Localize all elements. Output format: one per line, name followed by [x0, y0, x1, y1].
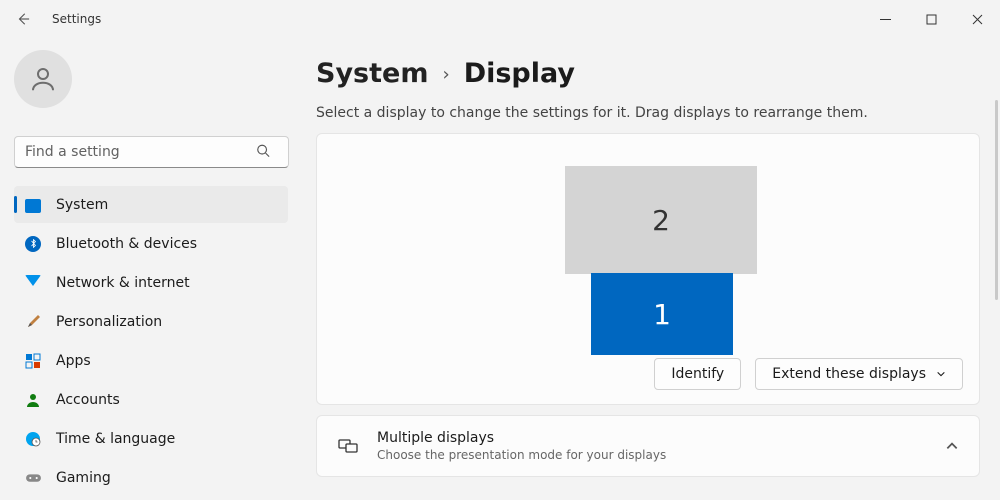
sidebar-item-label: Bluetooth & devices — [56, 236, 197, 252]
search-field[interactable] — [14, 136, 288, 168]
breadcrumb: System › Display — [316, 58, 980, 89]
search-icon — [256, 143, 270, 162]
scrollbar[interactable] — [995, 100, 998, 300]
apps-icon — [24, 352, 42, 370]
back-button[interactable] — [14, 10, 32, 28]
chevron-down-icon — [936, 369, 946, 379]
identify-button[interactable]: Identify — [654, 358, 741, 390]
dropdown-label: Extend these displays — [772, 366, 926, 382]
main-content: System › Display Select a display to cha… — [300, 38, 1000, 500]
multi-display-icon — [337, 435, 359, 457]
sidebar-item-network[interactable]: Network & internet — [14, 264, 288, 301]
page-title: Display — [464, 58, 575, 89]
sidebar-item-label: Personalization — [56, 314, 162, 330]
window-title: Settings — [52, 12, 101, 26]
gamepad-icon — [24, 469, 42, 487]
sidebar: System Bluetooth & devices Network & int… — [0, 38, 300, 500]
multiple-displays-card[interactable]: Multiple displays Choose the presentatio… — [316, 415, 980, 477]
display-arrangement-card: 2 1 Identify Extend these displays — [316, 133, 980, 405]
helper-text: Select a display to change the settings … — [316, 105, 980, 121]
section-title: Multiple displays — [377, 430, 927, 446]
arrangement-actions: Identify Extend these displays — [333, 358, 963, 390]
breadcrumb-parent[interactable]: System — [316, 58, 428, 89]
titlebar: Settings — [0, 0, 1000, 38]
section-text: Multiple displays Choose the presentatio… — [377, 430, 927, 462]
maximize-button[interactable] — [908, 0, 954, 38]
bluetooth-icon — [24, 235, 42, 253]
sidebar-item-time[interactable]: Time & language — [14, 420, 288, 457]
section-subtitle: Choose the presentation mode for your di… — [377, 448, 927, 462]
monitor-label: 2 — [652, 204, 670, 237]
monitor-2[interactable]: 2 — [565, 166, 757, 274]
sidebar-item-apps[interactable]: Apps — [14, 342, 288, 379]
system-icon — [24, 196, 42, 214]
sidebar-item-bluetooth[interactable]: Bluetooth & devices — [14, 225, 288, 262]
sidebar-item-label: Gaming — [56, 470, 111, 486]
wifi-icon — [24, 274, 42, 292]
sidebar-nav: System Bluetooth & devices Network & int… — [14, 186, 288, 496]
chevron-up-icon — [945, 439, 959, 453]
sidebar-item-system[interactable]: System — [14, 186, 288, 223]
close-button[interactable] — [954, 0, 1000, 38]
window-controls — [862, 0, 1000, 38]
search-input[interactable] — [14, 136, 289, 168]
monitor-label: 1 — [653, 298, 671, 331]
sidebar-item-accounts[interactable]: Accounts — [14, 381, 288, 418]
sidebar-item-label: System — [56, 197, 108, 213]
minimize-button[interactable] — [862, 0, 908, 38]
monitor-1[interactable]: 1 — [591, 273, 733, 355]
sidebar-item-label: Accounts — [56, 392, 120, 408]
person-icon — [24, 391, 42, 409]
sidebar-item-personalization[interactable]: Personalization — [14, 303, 288, 340]
sidebar-item-label: Time & language — [56, 431, 175, 447]
sidebar-item-label: Apps — [56, 353, 91, 369]
chevron-right-icon: › — [442, 64, 449, 85]
sidebar-item-gaming[interactable]: Gaming — [14, 459, 288, 496]
display-mode-dropdown[interactable]: Extend these displays — [755, 358, 963, 390]
sidebar-item-label: Network & internet — [56, 275, 190, 291]
globe-clock-icon — [24, 430, 42, 448]
display-canvas[interactable]: 2 1 — [333, 152, 963, 352]
brush-icon — [24, 313, 42, 331]
button-label: Identify — [671, 366, 724, 382]
avatar[interactable] — [14, 50, 72, 108]
